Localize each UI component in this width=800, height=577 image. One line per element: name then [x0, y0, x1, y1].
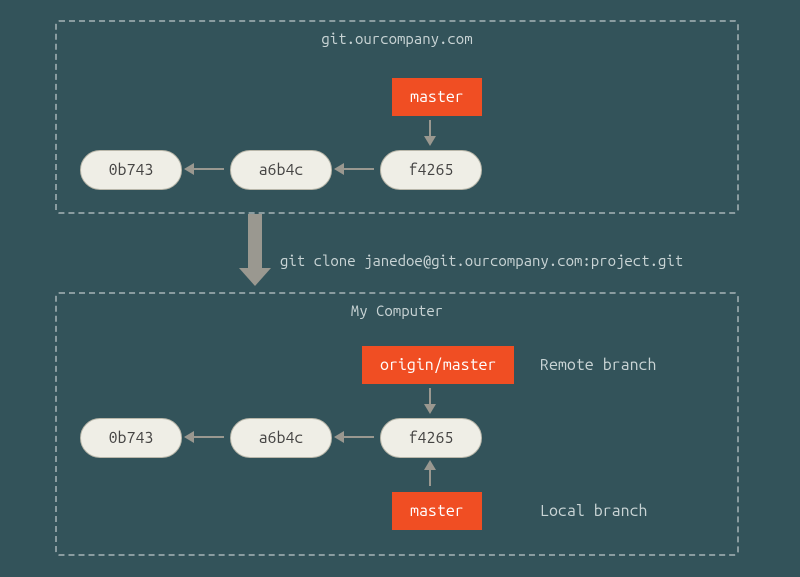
- branch-label: origin/master: [380, 356, 496, 374]
- arrow-left-icon: [192, 168, 224, 170]
- local-commit-2: f4265: [380, 418, 482, 458]
- clone-arrow-icon: [248, 214, 262, 270]
- arrow-left-icon: [342, 168, 374, 170]
- remote-box-title: git.ourcompany.com: [57, 30, 737, 47]
- arrow-left-icon: [192, 436, 224, 438]
- local-box-title: My Computer: [57, 302, 737, 319]
- remote-branch-caption: Remote branch: [540, 356, 656, 374]
- arrow-left-icon: [342, 436, 374, 438]
- remote-branch-master: master: [392, 78, 482, 116]
- branch-label: master: [410, 88, 464, 106]
- local-commit-0: 0b743: [80, 418, 182, 458]
- remote-commit-1: a6b4c: [230, 150, 332, 190]
- remote-commit-2: f4265: [380, 150, 482, 190]
- branch-label: master: [410, 502, 464, 520]
- remote-commit-0: 0b743: [80, 150, 182, 190]
- local-branch-caption: Local branch: [540, 502, 648, 520]
- clone-command-text: git clone janedoe@git.ourcompany.com:pro…: [280, 252, 683, 269]
- arrow-down-icon: [429, 120, 431, 138]
- local-commit-1: a6b4c: [230, 418, 332, 458]
- arrow-down-icon: [429, 388, 431, 406]
- arrow-up-icon: [429, 468, 431, 486]
- local-master-branch: master: [392, 492, 482, 530]
- origin-master-branch: origin/master: [362, 346, 514, 384]
